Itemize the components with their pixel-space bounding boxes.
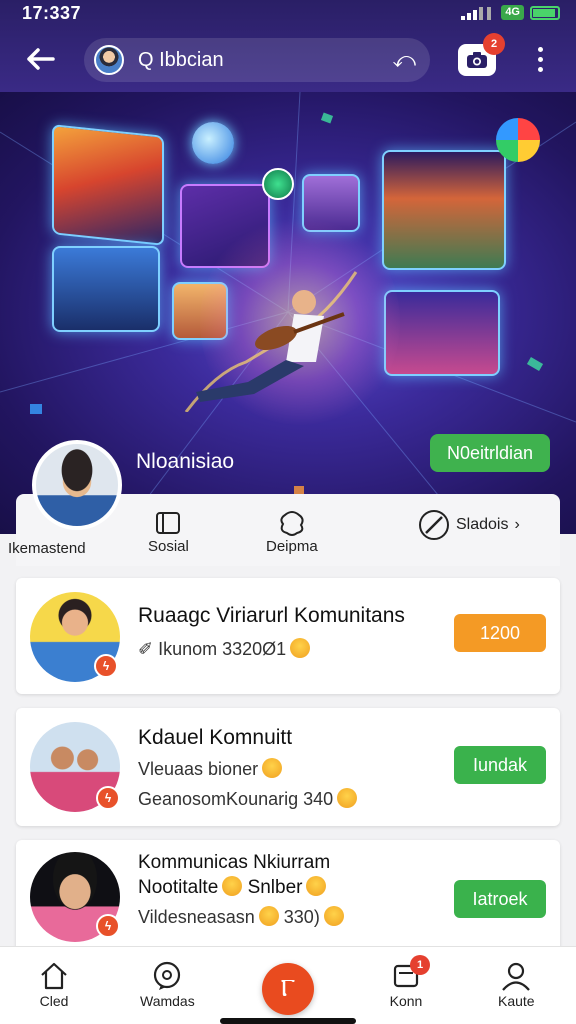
emoji-icon <box>258 906 279 926</box>
community-stats: GeanosomKounarig 340 <box>138 788 358 810</box>
notification-button[interactable]: N0eitrldian <box>430 434 550 472</box>
status-time: 17:337 <box>22 3 82 23</box>
search-field[interactable]: Q Ibbcian ⤺ <box>84 38 430 82</box>
inbox-badge: 1 <box>410 955 430 975</box>
community-subtitle-text: Nootitalte <box>138 877 219 898</box>
more-menu-button[interactable] <box>528 44 552 74</box>
flame-icon: ϟ <box>96 914 120 938</box>
plus-icon: Ⲅ <box>280 975 296 1002</box>
create-post-button[interactable]: Ⲅ <box>262 963 314 1015</box>
video-panel <box>382 150 506 270</box>
community-stats-text: Vildesneasasn <box>138 907 255 927</box>
action-explore[interactable]: Sladois › <box>418 510 520 540</box>
emoji-icon <box>337 788 358 808</box>
emoji-icon <box>290 638 311 658</box>
nav-profile[interactable]: Kaute <box>498 959 535 1009</box>
search-icon: Q <box>138 48 160 71</box>
community-card[interactable]: ϟ Ruaagc Viriarurl Komunitans ✐ Ikunom 3… <box>16 578 560 694</box>
action-label: Deipma <box>266 538 318 555</box>
flame-icon: ϟ <box>94 654 118 678</box>
action-profile[interactable]: Ikemastend <box>8 540 86 557</box>
emoji-icon <box>306 876 327 896</box>
community-stats-text: GeanosomKounarig 340 <box>138 789 334 809</box>
flame-icon: ϟ <box>96 786 120 810</box>
action-games[interactable]: Deipma <box>266 508 318 555</box>
action-label: Sosial <box>148 538 189 555</box>
community-title: Ruaagc Viriarurl Komunitans <box>138 604 405 627</box>
emoji-icon <box>222 876 243 896</box>
action-label: Ikemastend <box>8 540 86 557</box>
nav-label: Kaute <box>498 993 535 1009</box>
nav-home[interactable]: Cled <box>36 959 72 1009</box>
search-input[interactable]: Q Ibbcian <box>138 49 392 72</box>
video-panel <box>384 290 500 376</box>
community-meta-text: Vleuaas bioner <box>138 759 259 779</box>
join-button[interactable]: Iatroek <box>454 880 546 918</box>
action-label: Sladois <box>456 516 509 533</box>
arrow-left-icon <box>27 48 55 70</box>
community-stats: ✐ Ikunom 3320Ø1 <box>138 638 311 660</box>
community-card[interactable]: ϟ Kommunicas Nkiurram Nootitalte Snlber … <box>16 840 560 950</box>
community-meta: Vleuaas bioner <box>138 758 283 780</box>
chevron-right-icon: › <box>514 516 520 533</box>
puzzle-icon <box>276 508 308 538</box>
pencil-icon: ✐ <box>138 639 154 659</box>
join-button[interactable]: Iundak <box>454 746 546 784</box>
app-icon <box>262 168 294 200</box>
community-subtitle-suffix: Snlber <box>247 877 303 898</box>
chat-icon <box>149 959 185 993</box>
video-panel <box>52 246 160 332</box>
emoji-icon <box>323 906 344 926</box>
status-icons: 4G <box>461 5 560 20</box>
video-panel <box>52 124 164 246</box>
join-button[interactable]: 1200 <box>454 614 546 652</box>
camera-icon <box>467 52 487 68</box>
community-subtitle: Nootitalte Snlber <box>138 876 327 899</box>
guitarist-illustration <box>184 271 358 412</box>
home-indicator <box>220 1018 356 1024</box>
community-title: Kdauel Komnuitt <box>138 726 293 749</box>
back-button[interactable] <box>20 42 60 76</box>
home-icon <box>36 959 72 993</box>
dot <box>537 46 543 52</box>
network-badge: 4G <box>501 5 524 20</box>
community-meta: Ikunom 3320Ø1 <box>158 639 287 659</box>
nav-label: Cled <box>39 993 69 1009</box>
app-header: 17:337 4G Q Ibbcian ⤺ 2 <box>0 0 576 92</box>
dot <box>537 66 543 72</box>
dot <box>537 56 543 62</box>
action-social[interactable]: Sosial <box>148 508 189 555</box>
sync-icon[interactable]: ⤺ <box>392 47 416 73</box>
battery-icon <box>530 5 560 20</box>
emoji-icon <box>262 758 283 778</box>
notification-badge: 2 <box>483 33 505 55</box>
search-value: Ibbcian <box>159 48 224 71</box>
chrome-icon <box>496 118 540 162</box>
community-title: Kommunicas Nkiurram <box>138 852 331 873</box>
signal-icon <box>461 6 492 20</box>
community-stats-count: 330) <box>283 907 320 927</box>
community-card[interactable]: ϟ Kdauel Komnuitt Vleuaas bioner Geanoso… <box>16 708 560 826</box>
profile-avatar[interactable] <box>32 440 122 530</box>
compass-icon <box>418 510 450 540</box>
bottom-navigation: Cled Wamdas Ⲅ Konn 1 Kaute <box>0 946 576 1024</box>
snowflake-icon <box>192 122 234 164</box>
nav-label: Konn <box>389 993 423 1009</box>
tablet-icon <box>152 508 184 538</box>
nav-label: Wamdas <box>140 993 195 1009</box>
community-stats: Vildesneasasn 330) <box>138 906 344 928</box>
nav-chat[interactable]: Wamdas <box>140 959 195 1009</box>
profile-name: Nloanisiao <box>136 450 235 473</box>
user-icon <box>498 959 534 993</box>
avatar <box>94 45 124 75</box>
